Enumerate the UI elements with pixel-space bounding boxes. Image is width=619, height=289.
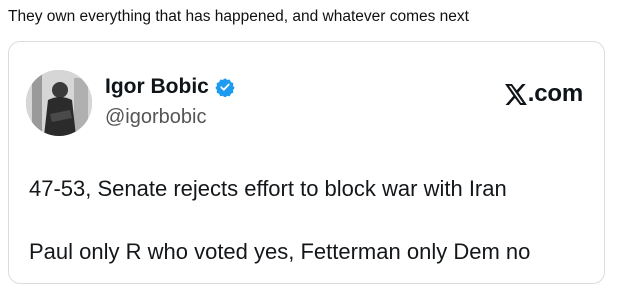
- x-logo-icon: [504, 83, 527, 105]
- author-name-row: Igor Bobic: [105, 75, 235, 99]
- source-link[interactable]: .com: [504, 80, 583, 108]
- source-domain: .com: [527, 80, 583, 107]
- tweet-text-line: Paul only R who voted yes, Fetterman onl…: [29, 239, 531, 264]
- verified-badge-icon: [215, 77, 235, 97]
- author-handle[interactable]: @igorbobic: [105, 106, 206, 129]
- avatar[interactable]: [26, 70, 92, 136]
- author-display-name[interactable]: Igor Bobic: [105, 75, 209, 99]
- tweet-text-line: 47-53, Senate rejects effort to block wa…: [29, 176, 507, 201]
- post-caption: They own everything that has happened, a…: [8, 8, 469, 25]
- embedded-tweet-card[interactable]: Igor Bobic @igorbobic .com 47-53, Senate…: [8, 41, 605, 284]
- avatar-photo-icon: [26, 70, 92, 136]
